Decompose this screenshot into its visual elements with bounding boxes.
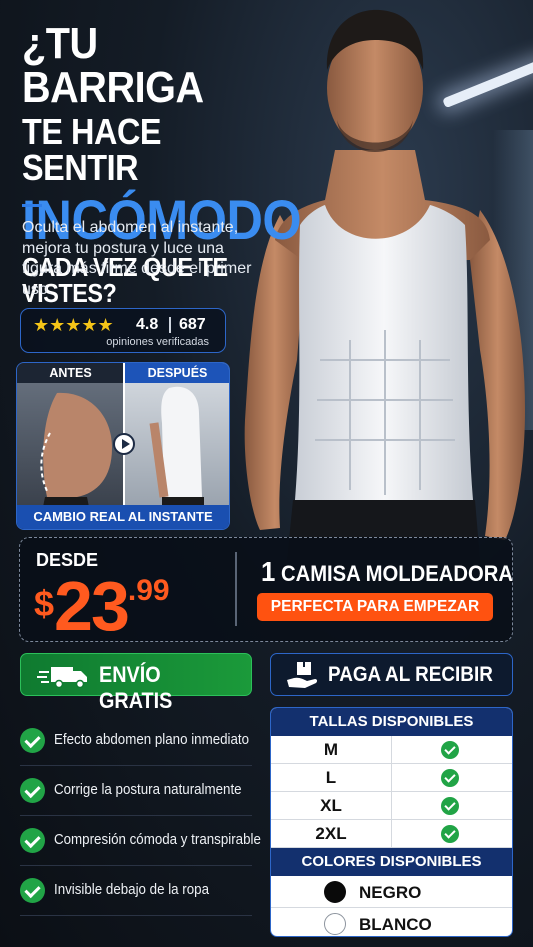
list-item: Corrige la postura naturalmente	[20, 766, 252, 816]
review-count: 687	[179, 316, 206, 333]
sizes-header: TALLAS DISPONIBLES	[271, 708, 512, 736]
benefit-text: Compresión cómoda y transpirable	[54, 832, 261, 848]
size-option: 2XL	[271, 820, 392, 848]
benefits-list: Efecto abdomen plano inmediato Corrige l…	[20, 716, 261, 916]
cash-on-delivery-badge: PAGA AL RECIBIR	[270, 653, 513, 696]
headline-line-1: ¿TU BARRIGA	[22, 19, 204, 112]
check-icon	[441, 797, 459, 815]
accent-divider	[22, 204, 42, 207]
benefit-text: Invisible debajo de la ropa	[54, 882, 210, 898]
check-icon	[20, 878, 45, 903]
check-icon	[441, 825, 459, 843]
headline-line-2: TE HACE SENTIR	[22, 111, 162, 188]
color-name: BLANCO	[359, 915, 432, 934]
product-name: 1 CAMISA MOLDEADORA	[261, 556, 513, 588]
color-option[interactable]: BLANCO	[271, 908, 512, 936]
color-name: NEGRO	[359, 883, 422, 902]
benefit-text: Efecto abdomen plano inmediato	[54, 732, 250, 748]
color-swatch	[324, 913, 346, 935]
check-icon	[20, 828, 45, 853]
table-row[interactable]: XL	[271, 792, 512, 820]
color-option[interactable]: NEGRO	[271, 876, 512, 908]
price-currency: $	[34, 583, 55, 624]
table-row[interactable]: L	[271, 764, 512, 792]
product-title: CAMISA MOLDEADORA	[280, 561, 513, 586]
ad-banner: ¿TU BARRIGA TE HACE SENTIR INCÓMODO CADA…	[0, 0, 533, 947]
delivery-truck-icon	[37, 667, 87, 688]
check-icon	[20, 728, 45, 753]
check-icon	[441, 741, 459, 759]
cash-on-delivery-label: PAGA AL RECIBIR	[328, 663, 493, 686]
free-shipping-badge: ENVÍO GRATIS	[20, 653, 252, 713]
price-value: $23.99	[34, 566, 170, 646]
colors-header: COLORES DISPONIBLES	[271, 848, 512, 876]
size-option: XL	[271, 792, 392, 820]
price-separator	[235, 552, 237, 626]
hand-package-icon	[287, 662, 318, 688]
after-label: DESPUÉS	[124, 363, 229, 383]
stars-icon: ★★★★★	[33, 315, 114, 335]
after-image	[124, 363, 229, 507]
color-swatch	[324, 881, 346, 903]
free-shipping-label: ENVÍO GRATIS	[99, 662, 173, 713]
comparison-caption: CAMBIO REAL AL INSTANTE	[17, 505, 229, 529]
size-option: L	[271, 764, 392, 792]
size-option: M	[271, 736, 392, 764]
benefit-text: Corrige la postura naturalmente	[54, 782, 242, 798]
price-decimals: .99	[127, 574, 170, 607]
check-icon	[20, 778, 45, 803]
price-integer: 23	[54, 567, 130, 645]
before-after-comparison: ANTES DESPUÉS CAMBIO REAL AL INSTANTE	[16, 362, 230, 530]
rating-separator	[169, 317, 171, 333]
check-icon	[441, 769, 459, 787]
rating-score: 4.8	[136, 316, 159, 333]
before-label: ANTES	[17, 363, 124, 383]
list-item: Invisible debajo de la ropa	[20, 866, 252, 916]
sizes-colors-table: TALLAS DISPONIBLES M L XL 2XL COLORES DI…	[270, 707, 513, 937]
list-item: Compresión cómoda y transpirable	[20, 816, 261, 866]
list-item: Efecto abdomen plano inmediato	[20, 716, 252, 766]
table-row[interactable]: M	[271, 736, 512, 764]
product-quantity: 1	[261, 556, 276, 587]
play-icon[interactable]	[113, 433, 135, 455]
product-tag: PERFECTA PARA EMPEZAR	[257, 593, 493, 621]
subheadline: Oculta el abdomen al instante, mejora tu…	[22, 219, 252, 298]
table-row[interactable]: 2XL	[271, 820, 512, 848]
rating-badge: ★★★★★ 4.8 687 opiniones verificadas	[20, 308, 226, 353]
reviews-note: opiniones verificadas	[106, 336, 209, 348]
before-image	[17, 363, 124, 507]
price-panel: DESDE $23.99 1 CAMISA MOLDEADORA PERFECT…	[19, 537, 513, 645]
